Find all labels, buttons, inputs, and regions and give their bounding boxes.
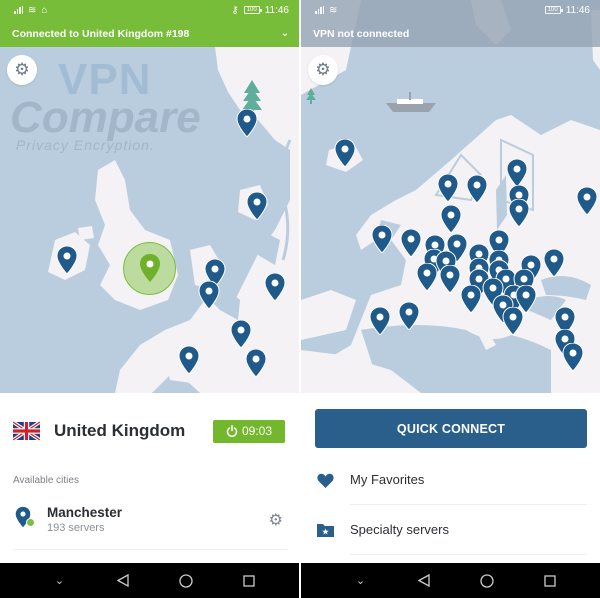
chevron-down-icon: ⌄	[355, 575, 366, 587]
clock: 11:46	[565, 4, 590, 16]
clock: 11:46	[264, 4, 289, 16]
city-pin-icon	[13, 506, 35, 532]
menu-item-label: My Favorites	[350, 455, 587, 505]
country-panel: United Kingdom 09:03 Available cities Ma…	[0, 393, 299, 563]
recents-button[interactable]	[518, 574, 581, 587]
available-cities-label: Available cities	[13, 475, 79, 486]
disconnect-timer-button[interactable]: 09:03	[213, 419, 285, 443]
uk-flag	[13, 421, 40, 441]
wifi-icon: ≋	[329, 4, 338, 16]
wifi-icon: ≋	[28, 4, 37, 16]
menu-item-specialty-servers[interactable]: Specialty servers	[315, 505, 587, 555]
active-pin-icon	[140, 254, 160, 282]
android-nav-bar: ⌄	[0, 563, 299, 598]
connected-screen: VPN Compare Privacy Encryption. ⚙ ≋ ⌂ ⚷ …	[0, 0, 299, 598]
connection-status-text: Connected to United Kingdom #198	[12, 27, 190, 40]
back-triangle-icon	[116, 574, 129, 587]
connection-timer: 09:03	[241, 424, 273, 438]
hide-keyboard-button[interactable]: ⌄	[28, 574, 91, 587]
signal-icon	[14, 6, 23, 14]
server-location-pin[interactable]	[460, 285, 482, 313]
server-location-pin[interactable]	[198, 281, 220, 309]
server-location-pin[interactable]	[178, 346, 200, 374]
server-location-pin[interactable]	[334, 139, 356, 167]
city-name: Manchester	[47, 505, 123, 520]
connected-location-marker[interactable]	[123, 242, 176, 295]
server-location-pin[interactable]	[466, 175, 488, 203]
battery-icon: 100	[243, 6, 262, 14]
signal-icon	[315, 6, 324, 14]
menu-item-label: Specialty servers	[350, 505, 587, 555]
settings-button[interactable]: ⚙	[7, 55, 37, 85]
server-location-pin[interactable]	[246, 192, 268, 220]
disconnected-screen: ⚙ ≋ 100 11:46 VPN not connected QUICK CO…	[301, 0, 600, 598]
server-location-pin[interactable]	[440, 205, 462, 233]
server-location-pin[interactable]	[508, 199, 530, 227]
recents-square-icon	[543, 574, 556, 587]
connection-status-text: VPN not connected	[313, 27, 410, 40]
home-circle-icon	[178, 573, 193, 588]
chevron-down-icon: ⌄	[54, 575, 65, 587]
server-location-pin[interactable]	[369, 307, 391, 335]
recents-button[interactable]	[217, 574, 280, 587]
heart-icon	[315, 473, 335, 488]
connected-dot	[26, 518, 35, 527]
server-location-pin[interactable]	[506, 159, 528, 187]
chevron-down-icon[interactable]: ⌄	[281, 28, 289, 39]
gear-icon: ⚙	[315, 60, 331, 79]
status-bar: ≋ 100 11:46	[301, 0, 600, 20]
quick-connect-panel: QUICK CONNECT My Favorites Specialty ser…	[301, 393, 600, 563]
battery-icon: 100	[544, 6, 563, 14]
server-location-pin[interactable]	[439, 265, 461, 293]
nordvpn-notification-icon: ⌂	[41, 4, 48, 16]
server-location-pin[interactable]	[562, 343, 584, 371]
hide-keyboard-button[interactable]: ⌄	[329, 574, 392, 587]
recents-square-icon	[242, 574, 255, 587]
vpn-key-icon: ⚷	[231, 4, 239, 16]
country-name: United Kingdom	[54, 421, 186, 440]
city-server-count: 193 servers	[47, 522, 105, 534]
server-location-pin[interactable]	[230, 320, 252, 348]
server-location-pin[interactable]	[245, 349, 267, 377]
settings-button[interactable]: ⚙	[308, 55, 338, 85]
android-nav-bar: ⌄	[301, 563, 600, 598]
server-location-pin[interactable]	[400, 229, 422, 257]
quick-connect-button[interactable]: QUICK CONNECT	[315, 409, 587, 448]
power-icon	[226, 425, 238, 437]
server-location-pin[interactable]	[56, 246, 78, 274]
server-map[interactable]: ⚙	[301, 0, 600, 393]
server-location-pin[interactable]	[502, 307, 524, 335]
server-location-pin[interactable]	[416, 263, 438, 291]
server-location-pin[interactable]	[236, 109, 258, 137]
status-bar: ≋ ⌂ ⚷ 100 11:46	[0, 0, 299, 20]
city-settings-gear-icon[interactable]: ⚙	[269, 510, 283, 530]
home-button[interactable]	[154, 573, 217, 588]
gear-icon: ⚙	[14, 60, 30, 79]
server-location-pin[interactable]	[371, 225, 393, 253]
star-folder-icon	[315, 523, 335, 537]
ship-decoration	[386, 92, 436, 112]
country-row: United Kingdom 09:03	[13, 411, 285, 451]
server-location-pin[interactable]	[543, 249, 565, 277]
server-map[interactable]: VPN Compare Privacy Encryption. ⚙	[0, 0, 299, 393]
home-circle-icon	[479, 573, 494, 588]
menu-item-favorites[interactable]: My Favorites	[315, 455, 587, 505]
server-location-pin[interactable]	[576, 187, 598, 215]
server-location-pin[interactable]	[437, 174, 459, 202]
server-location-pin[interactable]	[398, 302, 420, 330]
back-button[interactable]	[91, 574, 154, 587]
back-button[interactable]	[392, 574, 455, 587]
connection-status-bar: VPN not connected	[301, 20, 600, 47]
server-location-pin[interactable]	[264, 273, 286, 301]
home-button[interactable]	[455, 573, 518, 588]
connection-status-bar[interactable]: Connected to United Kingdom #198 ⌄	[0, 20, 299, 47]
city-row-manchester[interactable]: Manchester 193 servers ⚙	[13, 500, 287, 550]
back-triangle-icon	[417, 574, 430, 587]
